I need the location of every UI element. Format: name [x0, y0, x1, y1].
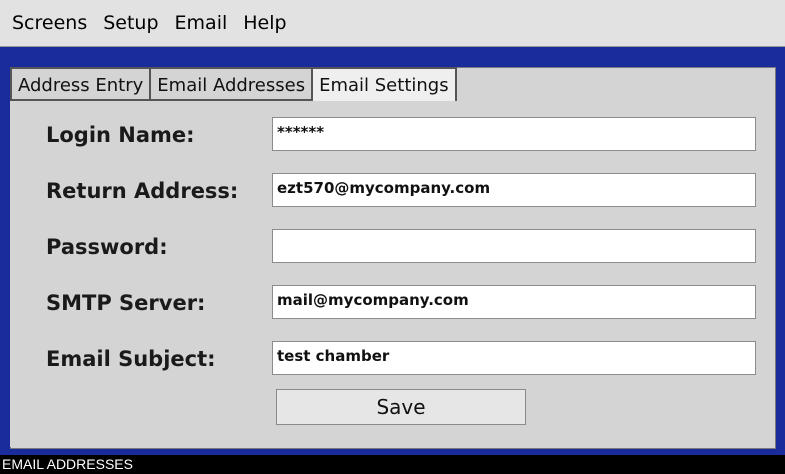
return-address-label: Return Address:: [46, 179, 239, 203]
smtp-server-field[interactable]: mail@mycompany.com: [272, 285, 756, 319]
tab-email-addresses[interactable]: Email Addresses: [149, 67, 314, 101]
menu-help[interactable]: Help: [235, 0, 294, 46]
window-frame: Address Entry Email Addresses Email Sett…: [0, 47, 785, 455]
return-address-field[interactable]: ezt570@mycompany.com: [272, 173, 756, 207]
login-name-row: Login Name: ******: [10, 115, 774, 155]
email-subject-label: Email Subject:: [46, 347, 216, 371]
email-settings-form: Login Name: ****** Return Address: ezt57…: [10, 101, 774, 447]
smtp-server-label: SMTP Server:: [46, 291, 206, 315]
menu-screens[interactable]: Screens: [0, 0, 95, 46]
save-button[interactable]: Save: [276, 389, 526, 425]
menu-email[interactable]: Email: [167, 0, 236, 46]
smtp-server-row: SMTP Server: mail@mycompany.com: [10, 283, 774, 323]
tab-strip: Address Entry Email Addresses Email Sett…: [10, 67, 457, 103]
password-row: Password:: [10, 227, 774, 267]
menu-bar: Screens Setup Email Help: [0, 0, 785, 47]
password-label: Password:: [46, 235, 168, 259]
status-bar: EMAIL ADDRESSES: [0, 455, 785, 474]
login-name-field[interactable]: ******: [272, 117, 756, 151]
menu-setup[interactable]: Setup: [95, 0, 166, 46]
tab-email-settings[interactable]: Email Settings: [311, 67, 457, 103]
email-subject-field[interactable]: test chamber: [272, 341, 756, 375]
login-name-label: Login Name:: [46, 123, 195, 147]
password-field[interactable]: [272, 229, 756, 263]
email-subject-row: Email Subject: test chamber: [10, 339, 774, 379]
return-address-row: Return Address: ezt570@mycompany.com: [10, 171, 774, 211]
tab-address-entry[interactable]: Address Entry: [10, 67, 152, 101]
